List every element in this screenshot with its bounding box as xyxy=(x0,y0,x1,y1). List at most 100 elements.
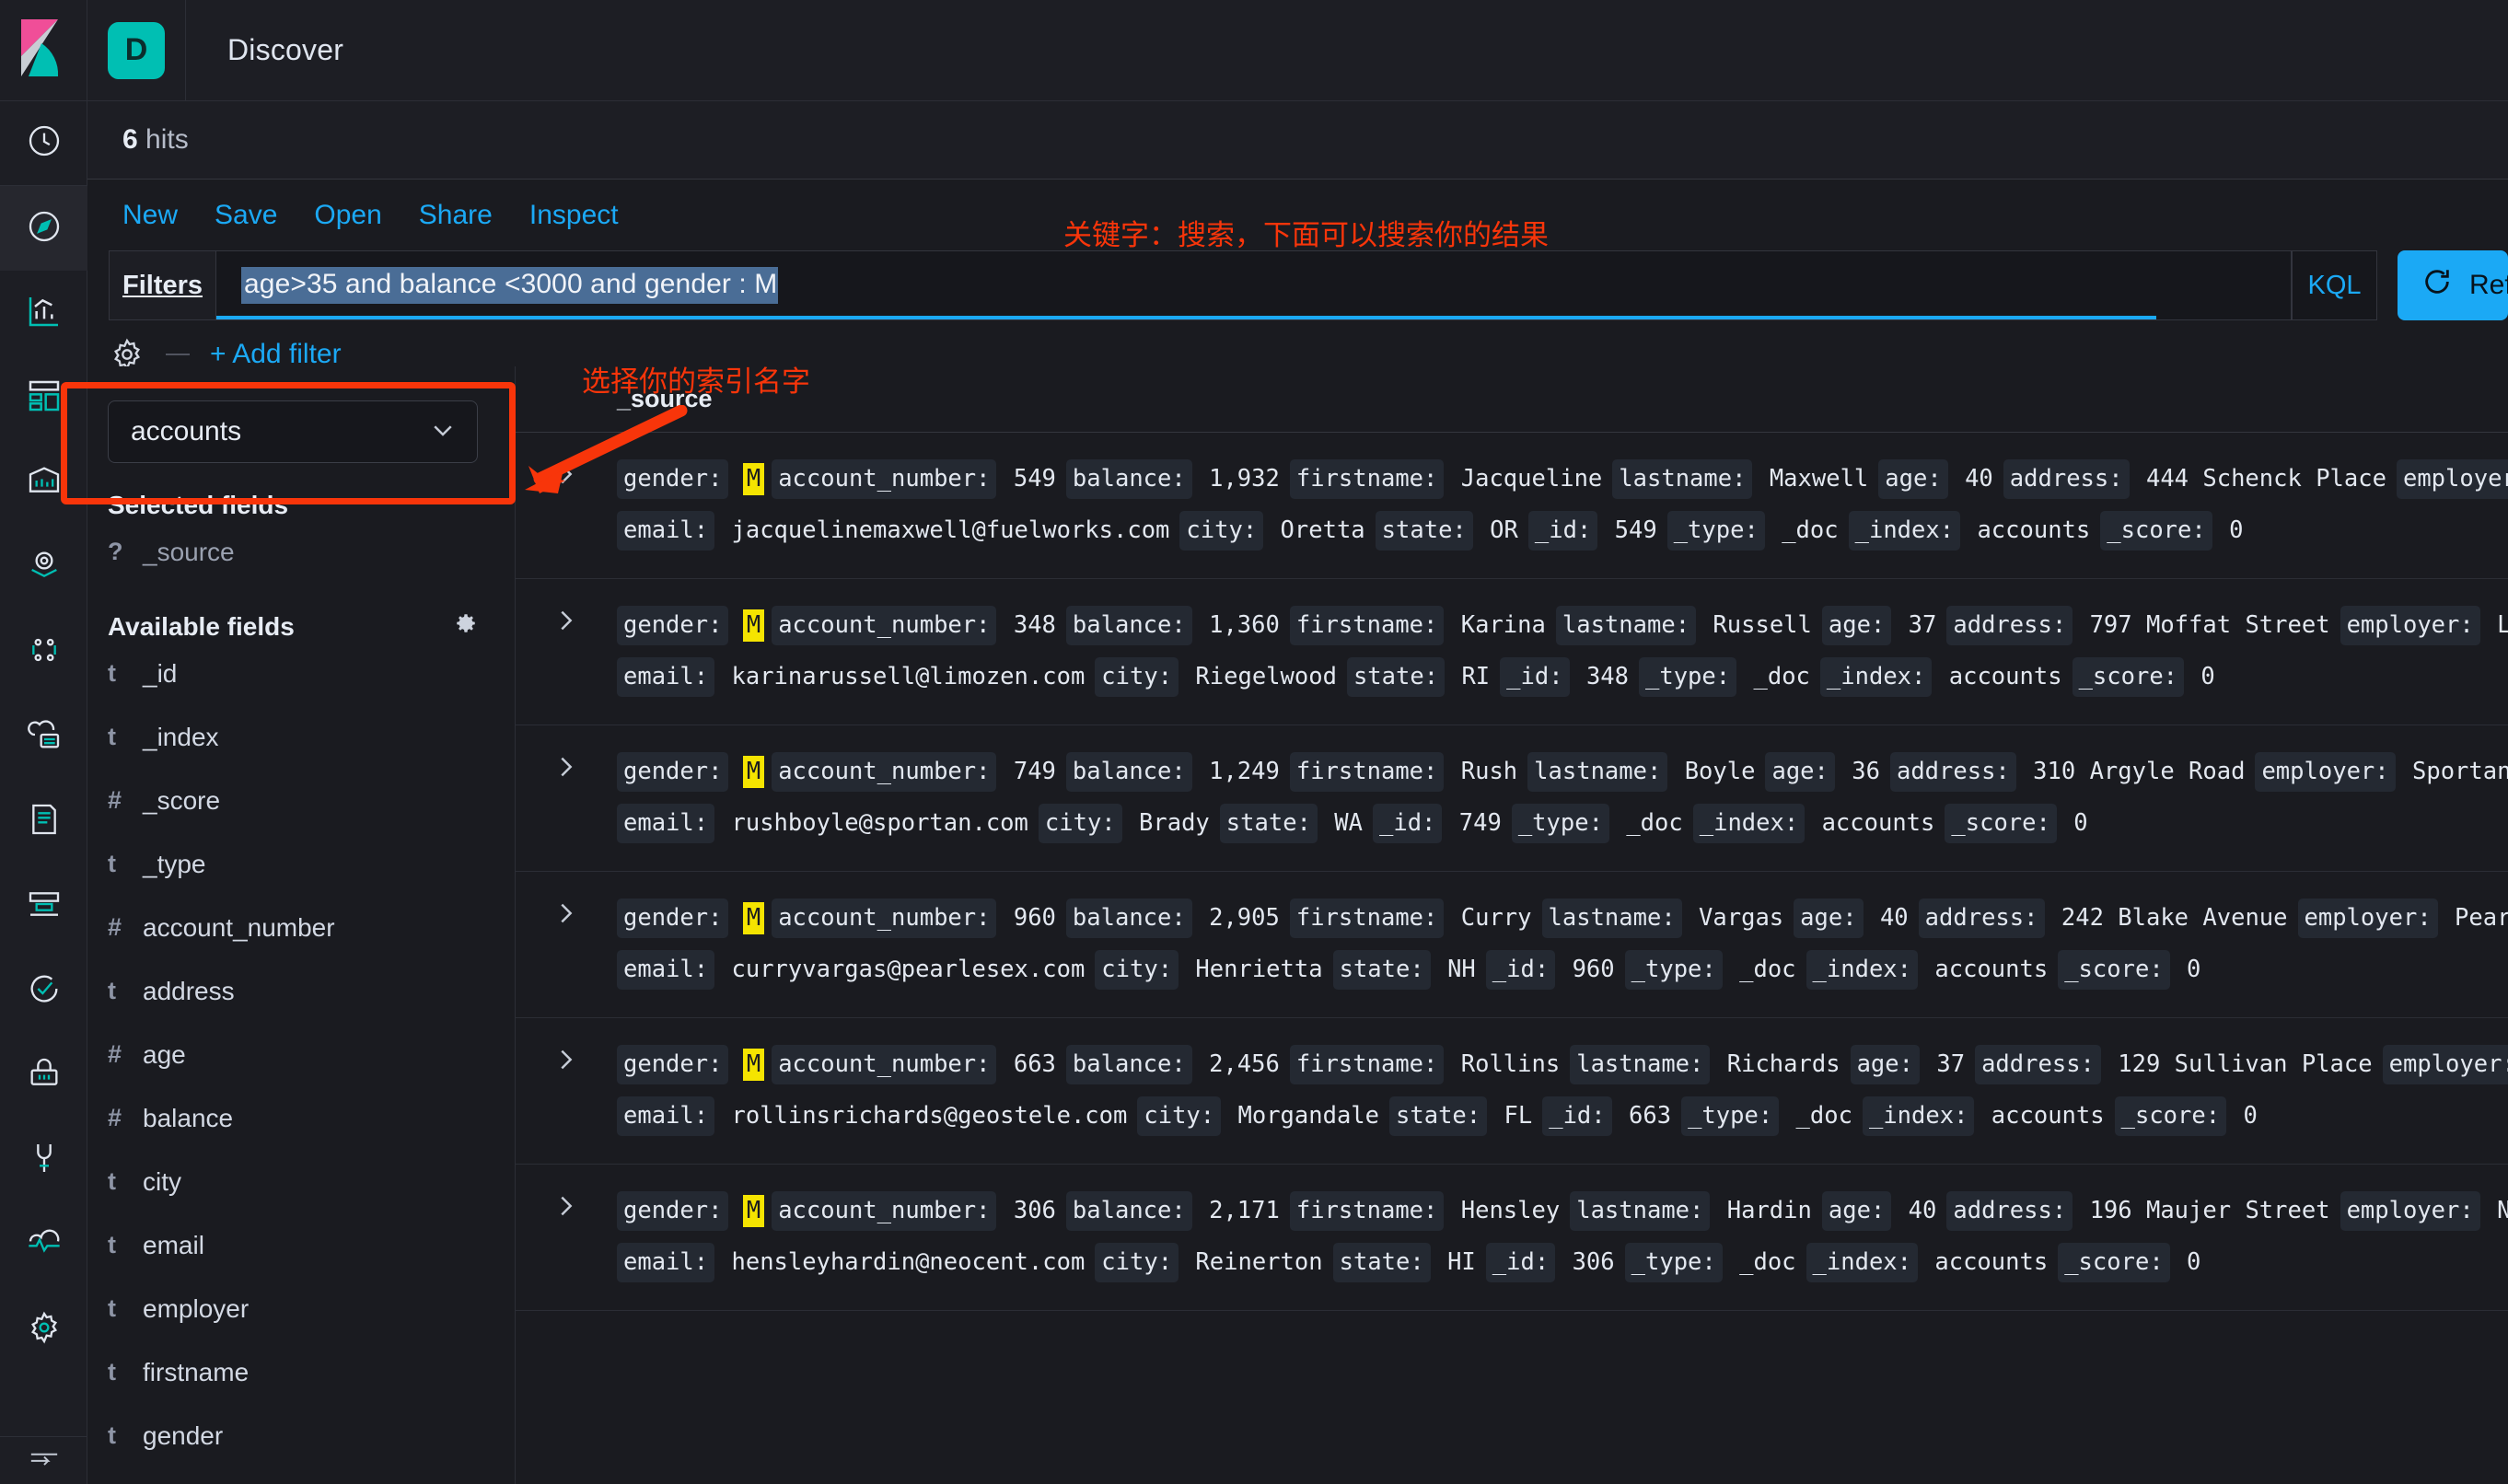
field-pair: email: rollinsrichards@geostele.com xyxy=(617,1096,1130,1136)
field-pair: _score: 0 xyxy=(2114,1096,2260,1136)
nav-item-infrastructure[interactable] xyxy=(0,864,87,948)
field-item-firstname[interactable]: t firstname xyxy=(87,1340,515,1404)
discover-badge: D xyxy=(108,21,165,79)
field-type-icon: t xyxy=(108,977,116,1004)
field-value-highlighted: M xyxy=(742,463,765,495)
kibana-logo-cell[interactable] xyxy=(0,0,87,101)
field-value: 37 xyxy=(1908,611,1937,639)
new-button[interactable]: New xyxy=(122,200,178,231)
nav-item-maps[interactable] xyxy=(0,525,87,609)
field-value: 1,932 xyxy=(1209,465,1280,493)
nav-item-machine-learning[interactable] xyxy=(0,694,87,779)
field-value: WA xyxy=(1334,809,1363,837)
field-pair: employer: Sportan xyxy=(2255,752,2508,792)
field-name-label: firstname xyxy=(143,1357,250,1386)
search-input[interactable]: age>35 and balance <3000 and gender : M xyxy=(215,250,2292,320)
field-item-account_number[interactable]: # account_number xyxy=(87,896,515,959)
index-pattern-select[interactable]: accounts xyxy=(108,400,478,463)
annotation-index-note: 选择你的索引名字 xyxy=(582,365,810,399)
field-key: email: xyxy=(617,1096,715,1136)
field-pair: address: 444 Schenck Place xyxy=(2003,459,2389,499)
expand-row-button[interactable] xyxy=(516,746,617,785)
field-item-balance[interactable]: # balance xyxy=(87,1086,515,1150)
field-item-source[interactable]: ? _source xyxy=(87,520,515,584)
field-pair: _score: 0 xyxy=(2100,511,2246,551)
nav-item-siem[interactable] xyxy=(0,1033,87,1118)
add-filter-button[interactable]: + Add filter xyxy=(210,339,342,370)
nav-item-logs[interactable] xyxy=(0,779,87,864)
refresh-button[interactable]: Refresh xyxy=(2398,250,2508,320)
open-button[interactable]: Open xyxy=(314,200,381,231)
documents-table-header: _source xyxy=(516,366,2508,433)
chevron-down-icon xyxy=(429,416,457,448)
field-value: 2,905 xyxy=(1209,904,1280,932)
uptime-icon xyxy=(26,970,63,1012)
field-key: _score: xyxy=(1945,804,2057,843)
field-pair: balance: 2,171 xyxy=(1065,1191,1283,1231)
nav-item-dev-tools[interactable] xyxy=(0,1118,87,1202)
field-item-type[interactable]: t _type xyxy=(87,832,515,896)
field-item-id[interactable]: t _id xyxy=(87,642,515,705)
filters-button[interactable]: Filters xyxy=(109,250,215,320)
expand-row-button[interactable] xyxy=(516,1185,617,1224)
nav-item-graph[interactable] xyxy=(0,609,87,694)
nav-item-recently-viewed[interactable] xyxy=(0,101,87,186)
nav-collapse-button[interactable] xyxy=(0,1436,87,1484)
field-value: 0 xyxy=(2243,1102,2258,1130)
field-type-icon: # xyxy=(108,786,122,814)
field-key: _score: xyxy=(2058,950,2170,990)
nav-item-discover[interactable] xyxy=(0,186,87,271)
field-settings-gear-icon[interactable] xyxy=(454,611,478,642)
field-value: _doc xyxy=(1782,516,1839,544)
field-key: _index: xyxy=(1848,511,1961,551)
nav-item-monitoring[interactable] xyxy=(0,1202,87,1287)
expand-row-button[interactable] xyxy=(516,599,617,639)
field-value: accounts xyxy=(1977,516,2091,544)
nav-item-visualize[interactable] xyxy=(0,271,87,355)
field-pair: age: 40 xyxy=(1794,899,1911,938)
field-key: firstname: xyxy=(1289,899,1445,938)
field-pair: city: Henrietta xyxy=(1095,950,1325,990)
kibana-logo-icon xyxy=(17,19,69,81)
field-pair: address: 797 Moffat Street xyxy=(1946,606,2332,645)
field-pair: _score: 0 xyxy=(2058,950,2203,990)
field-value: _doc xyxy=(1739,1248,1796,1276)
field-key: _index: xyxy=(1862,1096,1975,1136)
field-item-gender[interactable]: t gender xyxy=(87,1404,515,1467)
expand-row-button[interactable] xyxy=(516,1038,617,1078)
query-language-button[interactable]: KQL xyxy=(2292,250,2377,320)
selected-fields-label: Selected fields xyxy=(108,491,289,519)
inspect-button[interactable]: Inspect xyxy=(529,200,619,231)
nav-item-dashboard[interactable] xyxy=(0,355,87,440)
field-key: city: xyxy=(1095,657,1179,697)
field-item-index[interactable]: t _index xyxy=(87,705,515,769)
field-value: 549 xyxy=(1013,465,1056,493)
field-type-icon: t xyxy=(108,1421,116,1449)
nav-item-canvas[interactable] xyxy=(0,440,87,525)
save-button[interactable]: Save xyxy=(215,200,277,231)
share-button[interactable]: Share xyxy=(419,200,493,231)
expand-row-button[interactable] xyxy=(516,892,617,932)
field-pair: gender: M xyxy=(617,752,765,792)
field-key: firstname: xyxy=(1289,459,1445,499)
field-pair: balance: 2,905 xyxy=(1065,899,1283,938)
field-name-label: email xyxy=(143,1230,204,1259)
field-value: 1,249 xyxy=(1209,758,1280,785)
field-value: Rollins xyxy=(1460,1050,1561,1078)
field-value: _doc xyxy=(1626,809,1683,837)
nav-item-uptime[interactable] xyxy=(0,948,87,1033)
field-type-icon: t xyxy=(108,850,116,877)
nav-item-management[interactable] xyxy=(0,1287,87,1372)
field-name-label: balance xyxy=(143,1103,234,1132)
field-item-age[interactable]: # age xyxy=(87,1023,515,1086)
field-pair: _score: 0 xyxy=(2072,657,2218,697)
field-item-address[interactable]: t address xyxy=(87,959,515,1023)
field-key: balance: xyxy=(1065,1045,1192,1084)
field-item-score[interactable]: # _score xyxy=(87,769,515,832)
field-item-city[interactable]: t city xyxy=(87,1150,515,1213)
field-item-employer[interactable]: t employer xyxy=(87,1277,515,1340)
field-item-email[interactable]: t email xyxy=(87,1213,515,1277)
app-badge-cell[interactable]: D xyxy=(87,0,186,101)
bar-chart-icon xyxy=(26,293,63,334)
field-value: 1,360 xyxy=(1209,611,1280,639)
